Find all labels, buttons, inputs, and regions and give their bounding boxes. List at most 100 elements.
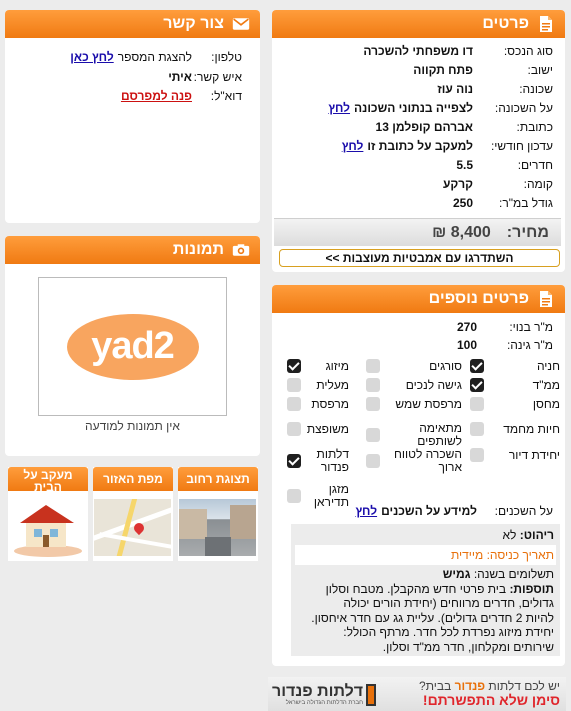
feature-checkbox[interactable]	[470, 378, 484, 392]
pandor-logo-mark	[366, 684, 376, 706]
area-map-thumbnail	[94, 499, 171, 556]
detail-value: 5.5	[456, 157, 473, 172]
garden-area-row: מ"ר גינה: 100	[457, 335, 553, 354]
detail-row: סוג הנכס: דו משפחתי להשכרה	[278, 41, 553, 60]
feature-checkbox[interactable]	[286, 422, 301, 436]
feature-label: מזגן תדיראן	[313, 482, 349, 509]
built-area-row: מ"ר בנוי: 270	[457, 317, 553, 336]
feature-checkbox[interactable]	[470, 448, 484, 462]
neighbors-link[interactable]: לחץ	[355, 504, 377, 518]
detail-row: כתובת: אברהם קופלמן 13	[278, 117, 553, 136]
photo-placeholder: yad2	[38, 277, 227, 416]
feature-label: מיזוג	[325, 358, 349, 373]
feature-item: משופצת	[286, 421, 349, 436]
feature-checkbox[interactable]	[470, 422, 484, 436]
built-area-label: מ"ר בנוי:	[509, 319, 553, 334]
feature-label: ממ"ד	[532, 377, 560, 392]
feature-label: יחידת דיור	[508, 447, 560, 462]
phone-label: טלפון:	[211, 49, 242, 64]
street-view-tab-label: תצוגת רחוב	[178, 467, 258, 491]
feature-item: מעלית	[287, 378, 349, 392]
furniture-value: לא	[502, 528, 517, 542]
phone-text: להצגת המספר	[117, 49, 192, 64]
email-row: דוא"ל: פנה למפרסם	[121, 86, 242, 105]
photos-title: תמונות	[172, 241, 224, 258]
email-label: דוא"ל:	[210, 88, 242, 103]
detail-value: אברהם קופלמן 13	[375, 119, 473, 134]
extras-line: להיות 2 חדרים גדולים). עליית גג עם חדר א…	[311, 610, 554, 625]
feature-checkbox[interactable]	[287, 489, 301, 503]
house-tracking-tab[interactable]: מעקב על הבית	[8, 467, 88, 561]
feature-label: מרפסת	[311, 396, 349, 411]
feature-label: משופצת	[306, 421, 349, 436]
detail-link[interactable]: לחץ	[328, 101, 350, 115]
detail-label: עדכון חודשי:	[490, 138, 553, 153]
feature-checkbox[interactable]	[470, 359, 484, 373]
more-details-panel: פרטים נוספים מ"ר בנוי: 270 מ"ר גינה: 100…	[272, 285, 565, 666]
detail-label: כתובת:	[516, 119, 553, 134]
area-map-tab[interactable]: מפת האזור	[93, 467, 173, 561]
feature-item: דלתות פנדור	[287, 448, 349, 474]
furniture-row: ריהוט: לא	[297, 528, 554, 543]
entry-date-value: מיידית	[450, 547, 484, 562]
price-value: 8,400 ₪	[432, 223, 491, 241]
promo-button[interactable]: השתדרגו עם אמבטיות מעוצבות >>	[279, 249, 560, 267]
pandor-brand: דלתות פנדור	[272, 683, 364, 700]
extras-label: תוספות:	[509, 581, 554, 596]
details-list: סוג הנכס: דו משפחתי להשכרה ישוב: פתח תקווה ש…	[272, 38, 565, 212]
feature-checkbox[interactable]	[366, 359, 380, 373]
banner-line1-c: בבית?	[419, 679, 452, 693]
entry-date-row: תאריך כניסה: מיידית	[295, 544, 556, 565]
detail-label: סוג הנכס:	[503, 43, 553, 58]
feature-label: חניה	[536, 358, 560, 373]
feature-item: השכרה לטווח ארוך	[366, 448, 462, 474]
feature-checkbox[interactable]	[366, 378, 380, 392]
feature-label: גישה לנכים	[405, 377, 462, 392]
feature-checkbox[interactable]	[287, 378, 301, 392]
feature-checkbox[interactable]	[366, 428, 380, 442]
built-area-value: 270	[456, 319, 477, 334]
phone-row: טלפון: להצגת המספר לחץ כאן	[70, 47, 242, 66]
street-view-thumbnail	[179, 499, 256, 556]
detail-value: 250	[452, 195, 473, 210]
pandor-banner[interactable]: יש לכם דלתות פנדור בבית? סימן שלא התפשרת…	[268, 677, 566, 711]
contact-title: צור קשר	[163, 15, 224, 32]
detail-label: על השכונה:	[494, 100, 553, 115]
feature-checkbox[interactable]	[287, 397, 301, 411]
extras-line: שירותים ומקלחון, חדר ממ"ד וסלון.	[382, 639, 554, 654]
photos-panel: תמונות yad2 אין תמונות למודעה	[5, 236, 260, 456]
feature-item: יחידת דיור	[470, 448, 560, 462]
feature-checkbox[interactable]	[470, 397, 484, 411]
banner-line1-a: יש לכם דלתות	[488, 679, 560, 693]
feature-checkbox[interactable]	[366, 454, 380, 468]
contact-person-value: איתי	[168, 69, 192, 84]
street-view-tab[interactable]: תצוגת רחוב	[178, 467, 258, 561]
detail-link[interactable]: לחץ	[342, 139, 364, 153]
feature-checkbox[interactable]	[287, 359, 301, 373]
document-icon	[537, 14, 555, 34]
detail-row: ישוב: פתח תקווה	[278, 60, 553, 79]
feature-item: חניה	[470, 359, 560, 373]
detail-row: קומה: קרקע	[278, 174, 553, 193]
feature-label: מחסן	[532, 396, 560, 411]
no-photos-text: אין תמונות למודעה	[85, 419, 180, 433]
details-title: פרטים	[482, 15, 529, 32]
banner-slogan: יש לכם דלתות פנדור בבית? סימן שלא התפשרת…	[419, 679, 560, 708]
feature-checkbox[interactable]	[366, 397, 380, 411]
feature-label: חיות מחמד	[503, 421, 560, 436]
banner-line1: יש לכם דלתות פנדור בבית?	[419, 679, 560, 693]
feature-item: מחסן	[470, 397, 560, 411]
detail-value: למעקב על כתובת זו	[367, 138, 473, 153]
extras-line: בית פרטי חדש מהקבלן. מטבח וסלון	[325, 581, 507, 596]
feature-label: השכרה לטווח ארוך	[394, 447, 462, 474]
payments-label: תשלומים בשנה:	[473, 567, 554, 581]
feature-item: מיזוג	[287, 359, 349, 373]
detail-row: חדרים: 5.5	[278, 155, 553, 174]
show-phone-link[interactable]: לחץ כאן	[70, 50, 113, 64]
feature-item: גישה לנכים	[366, 378, 462, 392]
furniture-label: ריהוט:	[519, 528, 554, 542]
detail-value: לצפייה בנתוני השכונה	[354, 100, 473, 115]
contact-advertiser-link[interactable]: פנה למפרסם	[121, 89, 192, 103]
payments-row: תשלומים בשנה: גמיש	[297, 567, 554, 582]
feature-checkbox[interactable]	[287, 454, 301, 468]
